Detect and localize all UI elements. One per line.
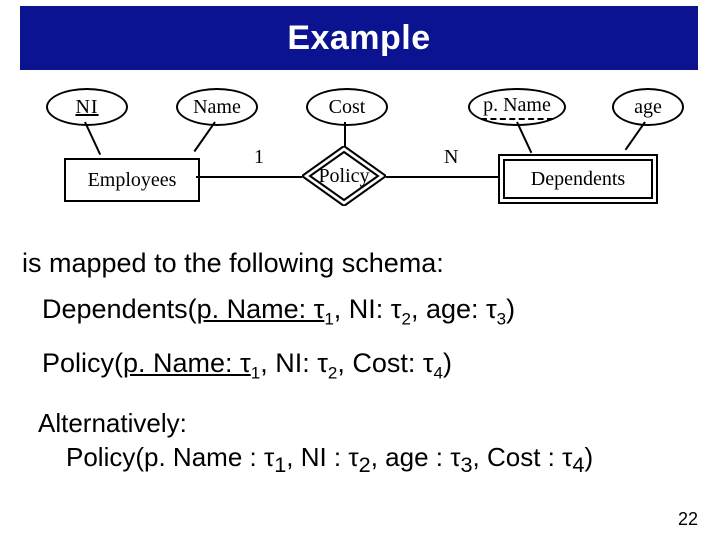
attr-cost: Cost (306, 88, 388, 126)
mapping-intro: is mapped to the following schema: (22, 248, 702, 279)
er-diagram: NI Name Cost p. Name age Employees Depen… (0, 82, 720, 222)
title-bar: Example (20, 6, 698, 70)
entity-employees: Employees (64, 158, 200, 202)
alt-policy: Policy(p. Name : τ1, NI : τ2, age : τ3, … (66, 442, 593, 478)
title-text: Example (287, 19, 430, 58)
schema-dependents: Dependents(p. Name: τ1, NI: τ2, age: τ3) (42, 294, 515, 329)
schema-policy: Policy(p. Name: τ1, NI: τ2, Cost: τ4) (42, 348, 452, 383)
attr-pname: p. Name (468, 88, 566, 126)
card-1: 1 (254, 146, 264, 169)
slide-number: 22 (678, 509, 698, 530)
entity-dependents-weak: Dependents (498, 154, 658, 204)
card-n: N (444, 146, 458, 169)
attr-name: Name (176, 88, 258, 126)
attr-ni: NI (46, 88, 128, 126)
alt-label: Alternatively: (38, 408, 187, 439)
relationship-policy: Policy (302, 146, 386, 206)
attr-age: age (612, 88, 684, 126)
